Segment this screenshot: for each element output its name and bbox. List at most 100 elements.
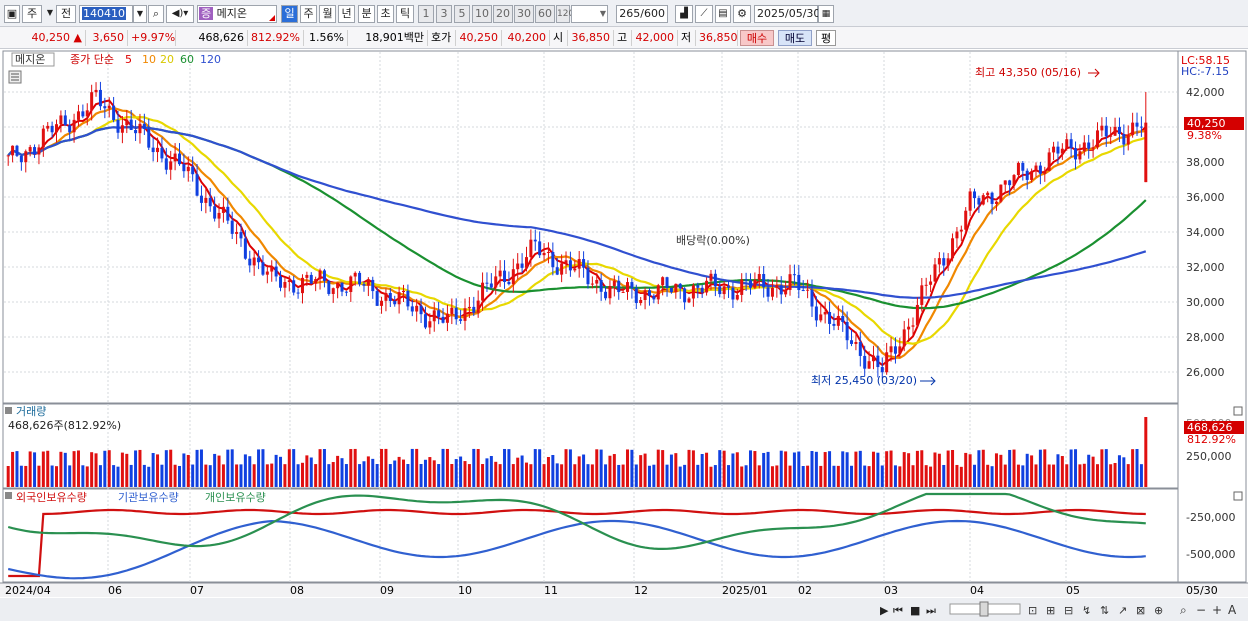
candle-body [564, 260, 568, 264]
period-year-button[interactable]: 년 [338, 5, 355, 23]
zoom-slider-handle[interactable] [979, 601, 989, 617]
period-tick-button[interactable]: 틱 [396, 5, 414, 23]
volume-bar [375, 464, 379, 487]
hc-label: HC:-7.15 [1181, 65, 1229, 78]
stop-icon[interactable]: ■ [910, 604, 920, 617]
holdings-panel-close-icon[interactable] [1233, 491, 1243, 501]
candle-body [362, 284, 366, 286]
tool-icon-e[interactable]: ⇅ [1100, 604, 1109, 617]
candle-body [371, 279, 375, 292]
tool-icon-g[interactable]: ⊠ [1136, 604, 1145, 617]
date-input[interactable]: 2025/05/30 [754, 5, 820, 23]
tool-icon-f[interactable]: ↗ [1118, 604, 1127, 617]
open-price: 36,850 [568, 30, 614, 46]
candle-body [696, 285, 700, 288]
legend-ma-5: 5 [125, 53, 132, 66]
candle-body [1003, 180, 1007, 185]
interval-button-60[interactable]: 60 [535, 5, 555, 23]
gear-icon[interactable]: ⚙ [733, 5, 751, 23]
prev-button[interactable]: 전 [56, 5, 76, 23]
x-label: 11 [544, 584, 558, 597]
price-chart[interactable]: 메지온 종가 단순 5 10 20 60 120 최고 43,350 (05/1… [0, 49, 1248, 621]
candle-body [134, 130, 138, 134]
candle-body [1126, 135, 1130, 145]
code-dropdown-icon[interactable]: ▼ [133, 5, 147, 23]
candle-body [994, 201, 998, 204]
interval-button-20[interactable]: 20 [493, 5, 513, 23]
candle-body [76, 111, 80, 120]
candle-body [463, 308, 467, 321]
mode-dropdown-icon[interactable]: ▼ [44, 5, 56, 23]
scroll-last-icon[interactable]: ⏭ [926, 604, 936, 617]
zoom-search-icon[interactable]: ⌕ [1180, 603, 1187, 617]
volume-panel-close-icon[interactable] [1233, 406, 1243, 416]
drawing-tool-icon[interactable]: ⟋ [695, 5, 713, 23]
up-arrow-icon: ▲ [73, 31, 82, 44]
interval-button-120[interactable]: 120 [556, 5, 574, 23]
volume-bar [507, 449, 511, 487]
candle-body [46, 125, 50, 129]
search-icon[interactable]: ⌕ [148, 5, 164, 23]
candle-body [731, 287, 735, 300]
stock-code-input[interactable]: 140410 [79, 5, 133, 23]
candle-body [612, 280, 616, 286]
volume-bar [1087, 454, 1091, 487]
scroll-right-icon[interactable]: ▶ [880, 604, 889, 617]
candle-body [388, 292, 392, 301]
candle-body [946, 258, 950, 266]
period-second-button[interactable]: 초 [377, 5, 394, 23]
sound-icon[interactable]: ◀)▾ [166, 5, 194, 23]
interval-button-30[interactable]: 30 [514, 5, 534, 23]
legend-ma-10: 10 [142, 53, 156, 66]
window-menu-icon[interactable]: ▣ [4, 5, 20, 23]
evaluate-button[interactable]: 평 [816, 30, 836, 46]
holdings-legend-individual: 개인보유수량 [205, 491, 266, 504]
x-label: 12 [634, 584, 648, 597]
candle-body [160, 147, 164, 159]
zoom-in-icon[interactable]: + [1212, 603, 1222, 617]
stock-name-field[interactable]: 증 메지온 [197, 5, 277, 23]
volume-tick-mid: 250,000 [1186, 450, 1232, 463]
period-day-button[interactable]: 일 [281, 5, 298, 23]
sell-order-button[interactable]: 매도 [778, 30, 812, 46]
bar-count-input[interactable]: 265/600 [616, 5, 668, 23]
tool-icon-a[interactable]: ⊡ [1028, 604, 1037, 617]
mode-select[interactable]: 주 [22, 5, 42, 23]
interval-custom-select[interactable]: ▼ [571, 5, 608, 23]
period-month-label: 월 [322, 7, 333, 20]
zoom-out-icon[interactable]: − [1196, 603, 1206, 617]
volume-bar [151, 453, 155, 487]
candle-body [279, 276, 283, 288]
chart-tool-icon[interactable]: ▟ [675, 5, 693, 23]
save-icon[interactable]: ▤ [715, 5, 731, 23]
volume-bar [476, 449, 480, 487]
candle-body [775, 285, 779, 288]
period-week-button[interactable]: 주 [300, 5, 317, 23]
candle-body [169, 161, 173, 170]
candle-body [213, 206, 217, 219]
candle-body [485, 282, 489, 284]
tool-icon-d[interactable]: ↯ [1082, 604, 1091, 617]
interval-button-1[interactable]: 1 [418, 5, 434, 23]
period-month-button[interactable]: 월 [319, 5, 336, 23]
interval-button-10[interactable]: 10 [472, 5, 492, 23]
interval-button-3[interactable]: 3 [436, 5, 452, 23]
period-minute-button[interactable]: 분 [358, 5, 375, 23]
interval-button-5[interactable]: 5 [454, 5, 470, 23]
x-label: 03 [884, 584, 898, 597]
tool-icon-c[interactable]: ⊟ [1064, 604, 1073, 617]
candle-body [626, 282, 630, 292]
tool-icon-h[interactable]: ⊕ [1154, 604, 1163, 617]
volume-bar [823, 452, 827, 487]
volume-bar [634, 464, 638, 487]
font-size-icon[interactable]: A [1228, 603, 1237, 617]
volume-bar [639, 455, 643, 487]
volume-bar [24, 465, 28, 487]
scroll-first-icon[interactable]: ⏮ [893, 604, 903, 617]
tool-icon-b[interactable]: ⊞ [1046, 604, 1055, 617]
candle-body [604, 291, 608, 299]
volume-bar [226, 449, 230, 487]
buy-order-button[interactable]: 매수 [740, 30, 774, 46]
volume-bar [1003, 464, 1007, 487]
calendar-icon[interactable]: ▦ [818, 5, 834, 23]
